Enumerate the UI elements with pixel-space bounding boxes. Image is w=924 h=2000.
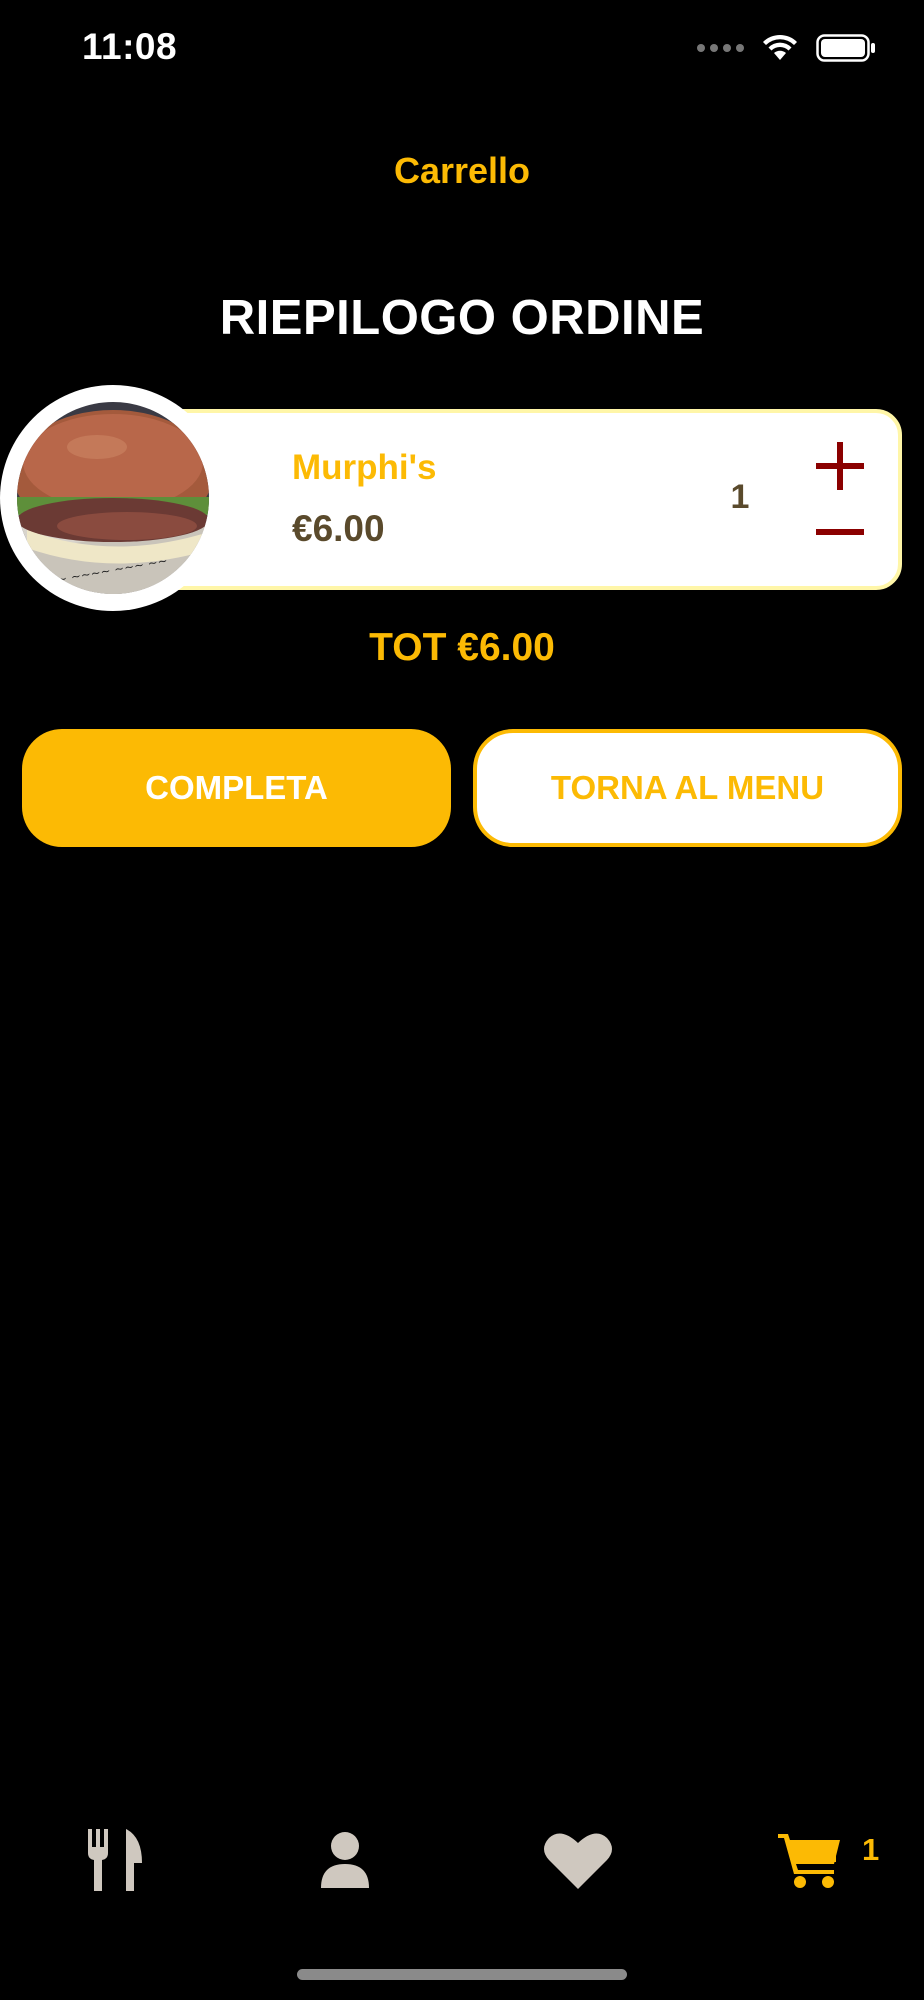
tab-favorites[interactable]: [533, 1820, 623, 1900]
nav-title: Carrello: [393, 150, 531, 191]
tab-bar: [0, 1820, 924, 1920]
decrease-quantity-button[interactable]: [814, 506, 866, 558]
order-summary-heading: RIEPILOGO ORDINE: [219, 291, 705, 345]
wifi-icon: [763, 34, 797, 60]
tab-menu[interactable]: [70, 1820, 160, 1900]
item-price: €6.00: [292, 508, 385, 549]
plus-icon: [816, 442, 864, 490]
fork-knife-icon: [88, 1829, 142, 1891]
status-time: 11:08: [82, 26, 178, 67]
home-indicator: [297, 1969, 627, 1980]
cellular-signal-icon: [697, 44, 744, 52]
item-image: ~~ ~~~~ ~~~ ~~: [0, 385, 226, 611]
battery-icon: [816, 34, 875, 62]
status-bar: 11:08: [0, 0, 924, 100]
back-to-menu-button[interactable]: TORNA AL MENU: [473, 729, 902, 847]
tab-cart[interactable]: [764, 1820, 854, 1900]
status-icons: [697, 34, 876, 62]
heart-icon: [544, 1833, 612, 1889]
item-quantity: 1: [730, 478, 750, 516]
item-name: Murphi's: [292, 448, 437, 487]
burger-photo: ~~ ~~~~ ~~~ ~~: [17, 402, 209, 594]
minus-icon: [816, 529, 864, 535]
tab-profile[interactable]: [300, 1820, 390, 1900]
cart-badge: 1: [862, 1832, 880, 1867]
user-icon: [321, 1832, 369, 1888]
order-total: TOT €6.00: [369, 626, 555, 669]
cart-icon: [778, 1834, 840, 1888]
increase-quantity-button[interactable]: [814, 440, 866, 492]
complete-order-button[interactable]: COMPLETA: [22, 729, 451, 847]
